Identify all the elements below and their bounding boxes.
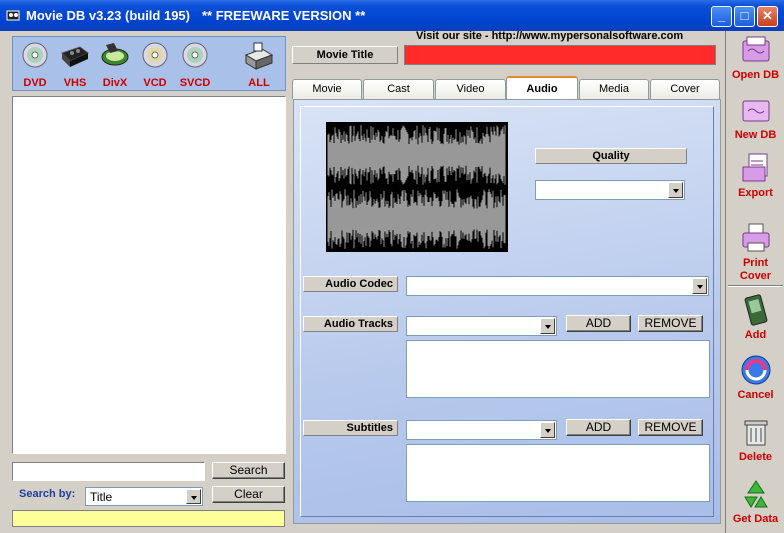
delete-button[interactable]: Delete bbox=[726, 415, 784, 464]
get-data-button[interactable]: Get Data bbox=[726, 477, 784, 526]
tab-audio[interactable]: Audio bbox=[506, 76, 578, 100]
media-vcd-label: VCD bbox=[143, 77, 167, 89]
subtitles-list[interactable] bbox=[406, 444, 710, 502]
action-toolbar: Open DB New DB Export Print Cover Add Ca… bbox=[725, 31, 784, 533]
chevron-down-icon[interactable] bbox=[186, 489, 201, 504]
print-cover-button[interactable]: Print Cover bbox=[726, 221, 784, 283]
quality-select[interactable] bbox=[535, 180, 685, 200]
tab-movie[interactable]: Movie bbox=[292, 79, 362, 99]
media-dvd-label: DVD bbox=[23, 77, 47, 89]
film-reel-icon bbox=[6, 10, 20, 21]
media-svcd-label: SVCD bbox=[179, 77, 211, 89]
tab-cover[interactable]: Cover bbox=[650, 79, 720, 99]
vhs-tape-icon bbox=[61, 46, 89, 67]
search-by-select[interactable]: Title bbox=[85, 487, 203, 506]
subtitles-select[interactable] bbox=[406, 420, 557, 440]
disc-icon bbox=[22, 42, 48, 68]
audio-waveform-image bbox=[326, 122, 508, 252]
chevron-down-icon[interactable] bbox=[668, 182, 683, 198]
audio-tracks-select[interactable] bbox=[406, 316, 557, 336]
new-folder-icon bbox=[742, 100, 769, 122]
status-bar bbox=[12, 510, 285, 527]
media-vcd-button[interactable]: VCD bbox=[137, 41, 173, 89]
waveform-channel bbox=[327, 125, 506, 185]
add-button[interactable]: Add bbox=[726, 293, 784, 342]
cancel-button[interactable]: Cancel bbox=[726, 353, 784, 402]
media-svcd-button[interactable]: SVCD bbox=[177, 41, 213, 89]
export-icon bbox=[742, 153, 767, 182]
disc-icon bbox=[182, 42, 208, 68]
new-db-label: New DB bbox=[734, 129, 777, 141]
media-dvd-button[interactable]: DVD bbox=[17, 41, 53, 89]
movie-title-label: Movie Title bbox=[292, 46, 398, 64]
export-button[interactable]: Export bbox=[726, 151, 784, 200]
drive-icon bbox=[244, 42, 274, 70]
media-all-label: ALL bbox=[248, 77, 270, 89]
search-by-value: Title bbox=[90, 490, 113, 504]
media-type-bar: DVD VHS DivX VCD SVCD ALL bbox=[12, 36, 286, 91]
cancel-label: Cancel bbox=[737, 389, 774, 401]
get-data-label: Get Data bbox=[732, 513, 779, 525]
site-link[interactable]: Visit our site - http://www.mypersonalso… bbox=[416, 30, 683, 42]
clear-button[interactable]: Clear bbox=[212, 486, 285, 503]
media-vhs-button[interactable]: VHS bbox=[57, 41, 93, 89]
freeware-label: ** FREEWARE VERSION ** bbox=[202, 8, 366, 23]
printer-icon bbox=[742, 223, 769, 252]
chevron-down-icon[interactable] bbox=[540, 422, 555, 438]
audio-codec-label: Audio Codec bbox=[303, 276, 398, 292]
movie-title-field[interactable] bbox=[404, 45, 716, 65]
trash-can-icon bbox=[744, 420, 767, 446]
chevron-down-icon[interactable] bbox=[540, 318, 555, 334]
close-button[interactable]: ✕ bbox=[757, 6, 778, 27]
title-bar[interactable]: Movie DB v3.23 (build 195) ** FREEWARE VE… bbox=[0, 0, 784, 31]
minimize-button[interactable]: _ bbox=[711, 6, 732, 27]
media-vhs-label: VHS bbox=[63, 77, 87, 89]
media-divx-button[interactable]: DivX bbox=[97, 41, 133, 89]
audio-tracks-add-button[interactable]: ADD bbox=[566, 315, 631, 332]
toolbar-divider bbox=[728, 285, 783, 287]
waveform-channel bbox=[327, 189, 506, 249]
audio-tracks-label: Audio Tracks bbox=[303, 316, 398, 332]
maximize-button[interactable]: □ bbox=[734, 6, 755, 27]
cancel-icon bbox=[741, 355, 770, 385]
search-input[interactable] bbox=[12, 462, 205, 481]
open-db-label: Open DB bbox=[731, 69, 780, 81]
subtitles-add-button[interactable]: ADD bbox=[566, 419, 631, 436]
delete-label: Delete bbox=[738, 451, 773, 463]
divx-disc-icon bbox=[101, 43, 129, 66]
audio-tracks-remove-button[interactable]: REMOVE bbox=[638, 315, 703, 332]
media-all-button[interactable]: ALL bbox=[241, 41, 277, 89]
waveform-separator bbox=[326, 186, 508, 188]
recycle-icon bbox=[743, 480, 768, 508]
tab-cast[interactable]: Cast bbox=[363, 79, 434, 99]
search-button[interactable]: Search bbox=[212, 462, 285, 479]
print-cover-label: Print Cover bbox=[739, 257, 772, 282]
audio-codec-select[interactable] bbox=[406, 276, 709, 296]
audio-tracks-list[interactable] bbox=[406, 340, 710, 398]
export-label: Export bbox=[738, 187, 773, 199]
media-divx-label: DivX bbox=[102, 77, 128, 89]
subtitles-remove-button[interactable]: REMOVE bbox=[638, 419, 703, 436]
subtitles-label: Subtitles bbox=[303, 420, 398, 436]
quality-label: Quality bbox=[535, 148, 687, 164]
new-db-button[interactable]: New DB bbox=[726, 93, 784, 142]
disc-icon bbox=[142, 42, 168, 68]
tab-media[interactable]: Media bbox=[579, 79, 649, 99]
movie-list[interactable] bbox=[12, 96, 286, 454]
pda-icon bbox=[744, 294, 767, 326]
open-folder-icon bbox=[742, 36, 769, 62]
add-label: Add bbox=[744, 329, 767, 341]
open-db-button[interactable]: Open DB bbox=[726, 33, 784, 82]
tab-video[interactable]: Video bbox=[435, 79, 506, 99]
chevron-down-icon[interactable] bbox=[692, 278, 707, 294]
search-by-label: Search by: bbox=[19, 488, 76, 500]
window-title: Movie DB v3.23 (build 195) ** FREEWARE VE… bbox=[26, 8, 366, 23]
tab-bar: Movie Cast Video Audio Media Cover bbox=[292, 76, 722, 100]
